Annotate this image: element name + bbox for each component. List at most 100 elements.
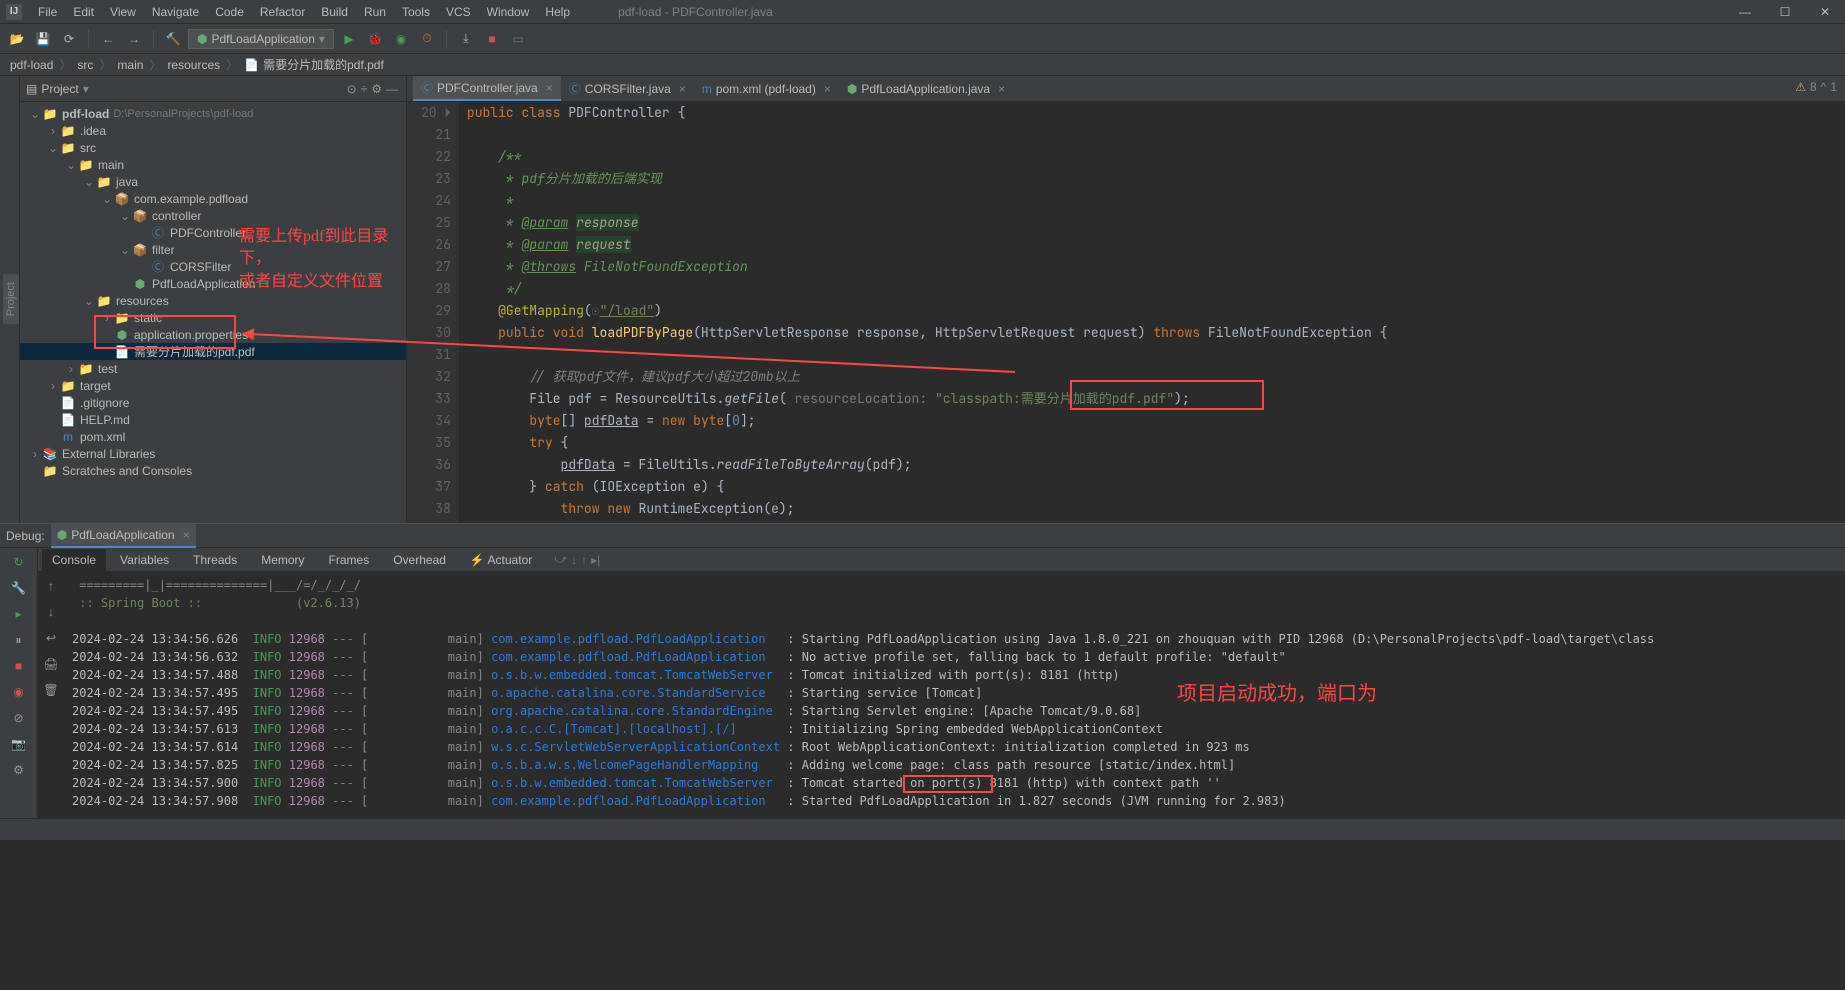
- console-output[interactable]: =========|_|==============|___/=/_/_/_/ …: [64, 572, 1845, 818]
- settings-button[interactable]: ⚙: [9, 760, 29, 780]
- menu-help[interactable]: Help: [537, 1, 578, 23]
- menu-file[interactable]: File: [30, 1, 65, 23]
- mute-breakpoints-button[interactable]: ⊘: [9, 708, 29, 728]
- project-tree[interactable]: ⌄📁pdf-loadD:\PersonalProjects\pdf-load ›…: [20, 102, 406, 523]
- build-button[interactable]: 🔨: [162, 28, 184, 50]
- editor-code[interactable]: public class PDFController { /** * pdf分片…: [459, 102, 1845, 523]
- tree-target[interactable]: ›📁target: [20, 377, 406, 394]
- menu-navigate[interactable]: Navigate: [144, 1, 207, 23]
- tree-gitignore[interactable]: 📄.gitignore: [20, 394, 406, 411]
- close-icon[interactable]: ×: [183, 528, 190, 542]
- hide-icon[interactable]: —: [386, 82, 398, 96]
- close-icon[interactable]: ×: [998, 82, 1005, 96]
- overhead-tab[interactable]: Overhead: [383, 549, 456, 571]
- maximize-button[interactable]: ☐: [1765, 1, 1805, 23]
- tree-idea[interactable]: ›📁.idea: [20, 122, 406, 139]
- stop-debug-button[interactable]: ■: [9, 656, 29, 676]
- refresh-button[interactable]: ⟳: [58, 28, 80, 50]
- crumb-resources[interactable]: resources: [163, 58, 224, 72]
- clear-button[interactable]: 🗑: [41, 680, 61, 700]
- stop-button[interactable]: ■: [481, 28, 503, 50]
- run-config-select[interactable]: ⬢ PdfLoadApplication ▾: [188, 29, 334, 49]
- crumb-project[interactable]: pdf-load: [6, 58, 57, 72]
- rerun-button[interactable]: ↻: [9, 552, 29, 572]
- tree-scratches[interactable]: 📁Scratches and Consoles: [20, 462, 406, 479]
- crumb-main[interactable]: main: [113, 58, 147, 72]
- tree-java[interactable]: ⌄📁java: [20, 173, 406, 190]
- tree-pdfloadapp[interactable]: ⬢PdfLoadApplication: [20, 275, 406, 292]
- modify-button[interactable]: 🔧: [9, 578, 29, 598]
- pause-button[interactable]: ⏸: [9, 630, 29, 650]
- step-out-button[interactable]: ↑: [581, 553, 587, 567]
- tree-main[interactable]: ⌄📁main: [20, 156, 406, 173]
- tree-package[interactable]: ⌄📦com.example.pdfload: [20, 190, 406, 207]
- tree-extlib[interactable]: ›📚External Libraries: [20, 445, 406, 462]
- inspection-summary[interactable]: ⚠8 ^1: [1795, 80, 1837, 94]
- soft-wrap-button[interactable]: ↩: [41, 628, 61, 648]
- resume-button[interactable]: ▸: [9, 604, 29, 624]
- menu-view[interactable]: View: [102, 1, 144, 23]
- camera-button[interactable]: 📷: [9, 734, 29, 754]
- tab-pdfcontroller[interactable]: ⒸPDFController.java×: [413, 76, 561, 101]
- menu-vcs[interactable]: VCS: [438, 1, 479, 23]
- minimize-button[interactable]: —: [1725, 1, 1765, 23]
- crumb-file[interactable]: 📄 需要分片加载的pdf.pdf: [240, 56, 388, 73]
- print-button[interactable]: 🖨: [41, 654, 61, 674]
- threads-tab[interactable]: Threads: [183, 549, 247, 571]
- actuator-tab[interactable]: ⚡ Actuator: [460, 549, 542, 571]
- run-to-cursor-button[interactable]: ▸|: [591, 553, 600, 567]
- tab-pdfloadapp[interactable]: ⬢PdfLoadApplication.java×: [839, 76, 1013, 101]
- attach-button[interactable]: ⤓: [455, 28, 477, 50]
- chevron-down-icon[interactable]: ▾: [83, 82, 89, 96]
- menu-window[interactable]: Window: [479, 1, 538, 23]
- editor-body[interactable]: 20 ⏵212223242526272829303132333435363738…: [407, 102, 1845, 523]
- structure-tool-tab[interactable]: Structure: [0, 269, 3, 330]
- tree-filter[interactable]: ⌄📦filter: [20, 241, 406, 258]
- open-button[interactable]: 📂: [6, 28, 28, 50]
- variables-tab[interactable]: Variables: [110, 549, 179, 571]
- view-breakpoints-button[interactable]: ◉: [9, 682, 29, 702]
- tree-static[interactable]: ›📁static: [20, 309, 406, 326]
- menu-code[interactable]: Code: [207, 1, 252, 23]
- menu-build[interactable]: Build: [313, 1, 356, 23]
- locate-icon[interactable]: ⊙: [347, 82, 357, 96]
- menu-tools[interactable]: Tools: [394, 1, 438, 23]
- memory-tab[interactable]: Memory: [251, 549, 314, 571]
- more-button[interactable]: ▭: [507, 28, 529, 50]
- tree-appprops[interactable]: ⬢application.properties: [20, 326, 406, 343]
- tree-root[interactable]: ⌄📁pdf-loadD:\PersonalProjects\pdf-load: [20, 105, 406, 122]
- gear-icon[interactable]: ⚙: [371, 82, 382, 96]
- console-tab[interactable]: Console: [42, 549, 106, 571]
- tree-corsfilter[interactable]: ⒸCORSFilter: [20, 258, 406, 275]
- profile-button[interactable]: ⏱: [416, 28, 438, 50]
- close-button[interactable]: ✕: [1805, 1, 1845, 23]
- tree-pdf-file[interactable]: 📄需要分片加载的pdf.pdf: [20, 343, 406, 360]
- debug-config-tab[interactable]: ⬢PdfLoadApplication ×: [51, 524, 196, 548]
- scroll-up-button[interactable]: ↑: [41, 576, 61, 596]
- step-over-button[interactable]: ⤻: [554, 552, 567, 567]
- tab-pom[interactable]: mpom.xml (pdf-load)×: [694, 76, 839, 101]
- close-icon[interactable]: ×: [679, 82, 686, 96]
- close-icon[interactable]: ×: [824, 82, 831, 96]
- menu-refactor[interactable]: Refactor: [252, 1, 313, 23]
- close-icon[interactable]: ×: [546, 81, 553, 95]
- undo-button[interactable]: ←: [97, 28, 119, 50]
- tree-src[interactable]: ⌄📁src: [20, 139, 406, 156]
- tree-controller[interactable]: ⌄📦controller: [20, 207, 406, 224]
- tree-pdfcontroller[interactable]: ⒸPDFController: [20, 224, 406, 241]
- redo-button[interactable]: →: [123, 28, 145, 50]
- debug-button[interactable]: 🐞: [364, 28, 386, 50]
- save-button[interactable]: 💾: [32, 28, 54, 50]
- expand-icon[interactable]: ÷: [361, 82, 368, 96]
- tree-pom[interactable]: mpom.xml: [20, 428, 406, 445]
- frames-tab[interactable]: Frames: [319, 549, 380, 571]
- menu-edit[interactable]: Edit: [65, 1, 102, 23]
- tab-corsfilter[interactable]: ⒸCORSFilter.java×: [561, 76, 694, 101]
- crumb-src[interactable]: src: [73, 58, 97, 72]
- step-into-button[interactable]: ↓: [571, 553, 577, 567]
- run-button[interactable]: ▶: [338, 28, 360, 50]
- coverage-button[interactable]: ◉: [390, 28, 412, 50]
- tree-help[interactable]: 📄HELP.md: [20, 411, 406, 428]
- menu-run[interactable]: Run: [356, 1, 394, 23]
- scroll-down-button[interactable]: ↓: [41, 602, 61, 622]
